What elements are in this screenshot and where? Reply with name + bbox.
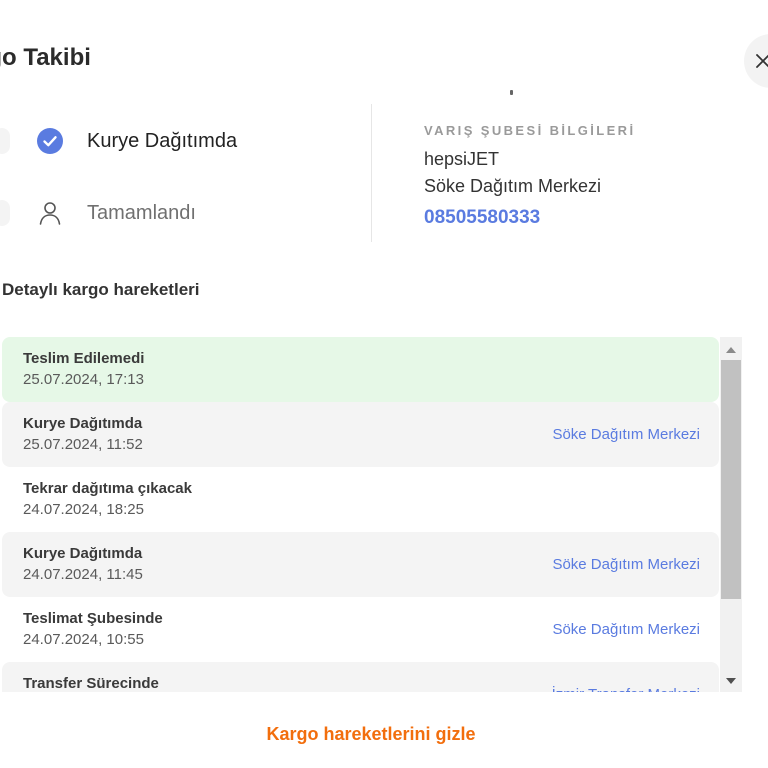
hide-movements-link[interactable]: Kargo hareketlerini gizle [0, 724, 742, 745]
movement-row: Teslim Edilemedi 25.07.2024, 17:13 [2, 337, 719, 402]
close-icon [754, 52, 768, 70]
step-kurye-dagitimda: Kurye Dağıtımda [36, 127, 237, 155]
scroll-up-button[interactable] [720, 341, 742, 357]
step-label: Tamamlandı [87, 201, 196, 224]
movement-date: 24.07.2024, 18:25 [23, 501, 144, 518]
stepper-track [0, 128, 10, 154]
movements-list[interactable]: Teslim Edilemedi 25.07.2024, 17:13 Kurye D… [0, 337, 742, 692]
movements-section-title: Detaylı kargo hareketleri [2, 280, 200, 299]
movement-row: Teslimat Şubesinde 24.07.2024, 10:55 Söke … [2, 597, 719, 662]
branch-phone-link[interactable]: 08505580333 [424, 207, 540, 229]
movements-list-content: Teslim Edilemedi 25.07.2024, 17:13 Kurye D… [0, 337, 720, 692]
movement-row: Transfer Sürecindeİzmir Transfer Merkezi [2, 662, 719, 692]
scrollbar-thumb[interactable] [721, 360, 741, 599]
movement-row: Tekrar dağıtıma çıkacak 24.07.2024, 18:25 [2, 467, 719, 532]
triangle-up-icon [726, 340, 736, 358]
close-button[interactable] [744, 34, 768, 88]
clipped-text-fragment [424, 86, 544, 96]
user-icon [36, 199, 64, 227]
modal-title: rgo Takibi [0, 44, 91, 71]
movement-row: Kurye Dağıtımda 24.07.2024, 11:45 Söke Dağ… [2, 532, 719, 597]
branch-company: hepsiJET [424, 149, 500, 169]
scroll-down-button[interactable] [720, 672, 742, 688]
movement-date: 25.07.2024, 17:13 [23, 371, 144, 388]
vertical-divider [371, 104, 372, 242]
step-label: Kurye Dağıtımda [87, 129, 238, 152]
movement-location-link[interactable]: Söke Dağıtım Merkezi [552, 426, 700, 443]
movement-location-link[interactable]: Söke Dağıtım Merkezi [552, 556, 700, 573]
step-tamamlandi: Tamamlandı [36, 199, 196, 227]
triangle-down-icon [726, 671, 736, 689]
movement-row: Kurye Dağıtımda 25.07.2024, 11:52 Söke Dağ… [2, 402, 719, 467]
branch-info-title: VARIŞ ŞUBESİ BİLGİLERİ [424, 123, 636, 138]
check-circle-icon [36, 127, 64, 155]
movement-location-link[interactable]: Söke Dağıtım Merkezi [552, 621, 700, 638]
stepper-track [0, 200, 10, 226]
scrollbar[interactable] [720, 337, 742, 692]
movement-status: Teslim Edilemedi [23, 350, 145, 367]
movement-location-link[interactable]: İzmir Transfer Merkezi [552, 686, 700, 692]
branch-name: Söke Dağıtım Merkezi [424, 176, 602, 196]
movement-status: Tekrar dağıtıma çıkacak [23, 480, 192, 497]
